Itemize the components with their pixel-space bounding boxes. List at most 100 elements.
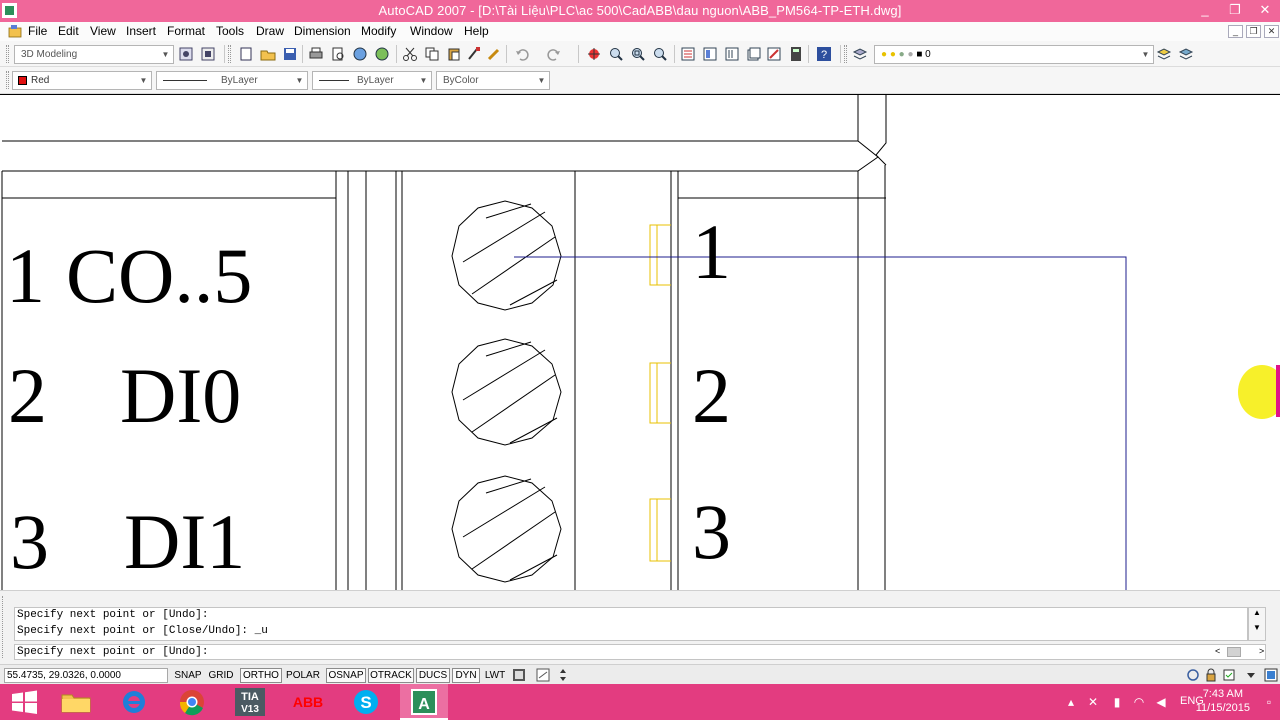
wifi-icon[interactable]: ◠	[1132, 695, 1146, 709]
workspace-settings-icon[interactable]	[178, 46, 194, 62]
save-icon[interactable]	[282, 46, 298, 62]
action-center-icon[interactable]: ▫	[1262, 695, 1276, 709]
scroll-left-icon[interactable]: <	[1215, 646, 1220, 656]
markup-set-manager-icon[interactable]	[766, 46, 782, 62]
toolbar-grip[interactable]	[228, 45, 231, 63]
drawing-restore-button[interactable]: ❐	[1246, 25, 1261, 38]
menu-insert[interactable]: Insert	[126, 24, 156, 38]
grid-toggle[interactable]: GRID	[206, 668, 236, 683]
paste-icon[interactable]	[446, 46, 462, 62]
taskbar-abb[interactable]: ABB	[284, 684, 332, 720]
menu-tools[interactable]: Tools	[216, 24, 244, 38]
menu-file[interactable]: File	[28, 24, 47, 38]
linetype-select[interactable]: ByLayer ▼	[156, 71, 308, 90]
command-input[interactable]: Specify next point or [Undo]: < >	[14, 644, 1266, 660]
make-layer-current-icon[interactable]	[1156, 46, 1172, 62]
taskbar-tia-portal[interactable]: TIA V13	[226, 684, 274, 720]
lwt-toggle[interactable]: LWT	[482, 668, 508, 683]
osnap-toggle[interactable]: OSNAP	[326, 668, 366, 683]
menu-help[interactable]: Help	[464, 24, 489, 38]
workspace-select[interactable]: 3D Modeling ▼	[14, 45, 174, 64]
snap-toggle[interactable]: SNAP	[172, 668, 204, 683]
ortho-toggle[interactable]: ORTHO	[240, 668, 282, 683]
polar-toggle[interactable]: POLAR	[284, 668, 322, 683]
close-button[interactable]: ✕	[1250, 0, 1280, 22]
menu-window[interactable]: Window	[410, 24, 453, 38]
match-properties-icon[interactable]	[466, 46, 482, 62]
3d-dwf-icon[interactable]	[374, 46, 390, 62]
menu-dimension[interactable]: Dimension	[294, 24, 351, 38]
design-center-icon[interactable]	[702, 46, 718, 62]
redo-icon[interactable]	[546, 46, 562, 62]
cut-icon[interactable]	[402, 46, 418, 62]
print-icon[interactable]	[308, 46, 324, 62]
open-file-icon[interactable]	[260, 46, 276, 62]
scroll-down-icon[interactable]: ▼	[1249, 623, 1265, 632]
drawing-close-button[interactable]: ✕	[1264, 25, 1279, 38]
drawing-canvas[interactable]: 1 CO..5 2 DI0 3 DI1 1 2 3	[0, 94, 1280, 590]
layer-select[interactable]: ● ● ● ● ■ 0 ▼	[874, 45, 1154, 64]
drawing-minimize-button[interactable]: _	[1228, 25, 1243, 38]
quickcalc-icon[interactable]	[788, 46, 804, 62]
command-hscroll[interactable]: < >	[1211, 646, 1267, 658]
layer-properties-icon[interactable]	[852, 46, 868, 62]
start-button[interactable]	[0, 684, 48, 720]
hscroll-thumb[interactable]	[1227, 647, 1241, 657]
color-select[interactable]: Red ▼	[12, 71, 152, 90]
undo-icon[interactable]	[514, 46, 530, 62]
pan-icon[interactable]	[586, 46, 602, 62]
battery-icon[interactable]: ▮	[1110, 695, 1124, 709]
plotstyle-select[interactable]: ByColor ▼	[436, 71, 550, 90]
help-icon[interactable]: ?	[816, 46, 832, 62]
taskbar-skype[interactable]: S	[342, 684, 390, 720]
status-menu-icon[interactable]	[556, 668, 570, 682]
dyn-toggle[interactable]: DYN	[452, 668, 480, 683]
show-hidden-icons[interactable]: ▴	[1064, 695, 1078, 709]
taskbar-chrome[interactable]	[168, 684, 216, 720]
toolbar-lock-icon[interactable]	[1204, 668, 1218, 682]
menu-view[interactable]: View	[90, 24, 116, 38]
properties-icon[interactable]	[680, 46, 696, 62]
menu-modify[interactable]: Modify	[361, 24, 396, 38]
communication-center-icon[interactable]	[1186, 668, 1200, 682]
toolbar-grip[interactable]	[6, 45, 9, 63]
tool-palettes-icon[interactable]	[724, 46, 740, 62]
scroll-right-icon[interactable]: >	[1259, 646, 1264, 656]
plot-preview-icon[interactable]	[330, 46, 346, 62]
layout-icon[interactable]	[536, 668, 550, 682]
trusted-dwg-icon[interactable]	[1222, 668, 1236, 682]
document-menu-icon[interactable]	[8, 24, 22, 38]
toolbar-grip[interactable]	[6, 71, 9, 89]
menu-edit[interactable]: Edit	[58, 24, 79, 38]
ducs-toggle[interactable]: DUCS	[416, 668, 450, 683]
zoom-window-icon[interactable]	[630, 46, 646, 62]
menu-draw[interactable]: Draw	[256, 24, 284, 38]
restore-button[interactable]: ❐	[1220, 0, 1250, 22]
menu-format[interactable]: Format	[167, 24, 205, 38]
my-workspace-icon[interactable]	[200, 46, 216, 62]
lineweight-select[interactable]: ByLayer ▼	[312, 71, 432, 90]
minimize-button[interactable]: _	[1190, 0, 1220, 22]
network-alert-icon[interactable]: ✕	[1086, 695, 1100, 709]
taskbar-autocad[interactable]: A	[400, 684, 448, 720]
block-editor-icon[interactable]	[486, 46, 502, 62]
volume-icon[interactable]: ◀	[1154, 695, 1168, 709]
panel-grip[interactable]	[2, 596, 10, 658]
copy-icon[interactable]	[424, 46, 440, 62]
layer-previous-icon[interactable]	[1178, 46, 1194, 62]
taskbar-internet-explorer[interactable]	[110, 684, 158, 720]
model-space-icon[interactable]	[512, 668, 526, 682]
clean-screen-icon[interactable]	[1264, 668, 1278, 682]
command-history-scrollbar[interactable]: ▲ ▼	[1248, 607, 1266, 641]
publish-icon[interactable]	[352, 46, 368, 62]
sheet-set-manager-icon[interactable]	[746, 46, 762, 62]
taskbar-file-explorer[interactable]	[52, 684, 100, 720]
otrack-toggle[interactable]: OTRACK	[368, 668, 414, 683]
toolbar-grip[interactable]	[844, 45, 847, 63]
status-options-icon[interactable]	[1244, 668, 1258, 682]
zoom-previous-icon[interactable]	[652, 46, 668, 62]
new-file-icon[interactable]	[238, 46, 254, 62]
zoom-realtime-icon[interactable]	[608, 46, 624, 62]
system-clock[interactable]: 7:43 AM 11/15/2015	[1196, 687, 1250, 715]
coordinate-readout[interactable]: 55.4735, 29.0326, 0.0000	[4, 668, 168, 683]
